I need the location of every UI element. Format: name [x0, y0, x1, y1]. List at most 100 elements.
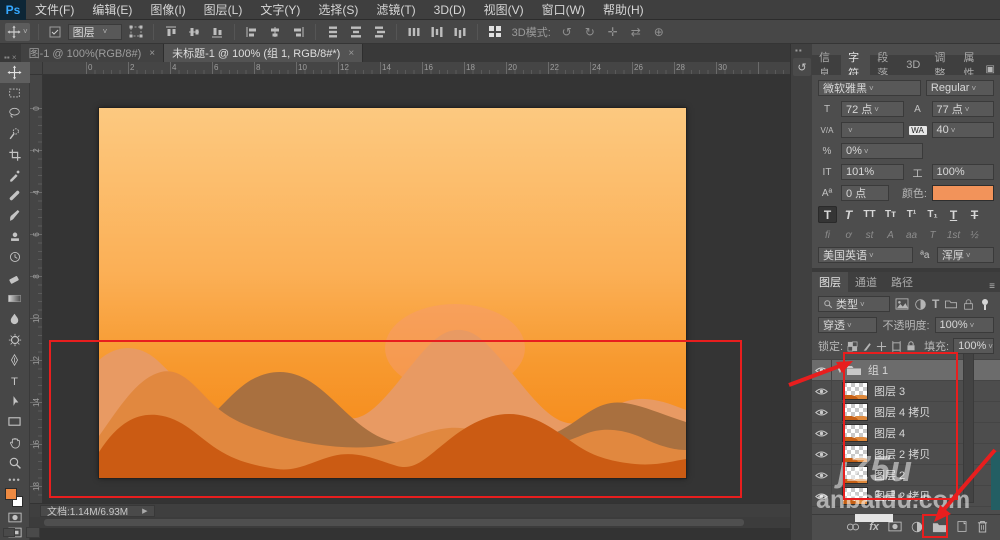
workspace-corner-icon-1[interactable] — [3, 528, 15, 537]
tracking-field[interactable]: 40 — [932, 122, 995, 138]
titling-alternates-button[interactable]: T — [923, 228, 942, 242]
ordinals-button[interactable]: 1st — [944, 228, 963, 242]
strikethrough-button[interactable]: T — [965, 206, 984, 223]
lock-all-icon[interactable] — [906, 340, 916, 352]
layers-panel-menu-icon[interactable]: ≡ — [989, 281, 995, 292]
menu-edit[interactable]: 编辑(E) — [83, 0, 141, 20]
3d-slide-icon[interactable]: ⇄ — [627, 25, 645, 39]
filter-adjustment-layers-icon[interactable] — [914, 298, 927, 311]
link-layers-icon[interactable] — [846, 522, 860, 532]
layer-thumbnail[interactable] — [842, 424, 868, 442]
3d-zoom-icon[interactable]: ⊕ — [650, 25, 668, 39]
document-size-field[interactable]: 文档:1.14M/6.93M ▶ — [40, 505, 155, 517]
proportional-spacing-field[interactable]: 0% — [841, 143, 923, 159]
menu-select[interactable]: 选择(S) — [309, 0, 367, 20]
subscript-button[interactable]: T₁ — [923, 206, 942, 223]
panel-group-menu-icon[interactable]: ▣ — [986, 64, 995, 75]
color-swatches[interactable] — [0, 486, 30, 510]
horizontal-scale-field[interactable]: 100% — [932, 164, 995, 180]
status-expand-icon[interactable]: ▶ — [142, 507, 147, 515]
menu-window[interactable]: 窗口(W) — [533, 0, 594, 20]
auto-select-checkbox[interactable] — [47, 23, 63, 41]
brush-tool[interactable] — [0, 206, 30, 227]
ligatures-button[interactable]: fi — [818, 228, 837, 242]
layer-style-icon[interactable]: fx — [869, 521, 879, 533]
clone-stamp-tool[interactable] — [0, 227, 30, 248]
visibility-toggle[interactable] — [812, 402, 832, 423]
layer-name[interactable]: 组 1 — [868, 362, 888, 378]
hand-tool[interactable] — [0, 432, 30, 453]
distribute-left-edges-icon[interactable] — [405, 23, 423, 41]
layers-scrollbar[interactable] — [963, 353, 974, 503]
path-selection-tool[interactable] — [0, 391, 30, 412]
align-top-edges-icon[interactable] — [162, 23, 180, 41]
tab-paths[interactable]: 路径 — [884, 272, 920, 292]
swash-button[interactable]: A — [881, 228, 900, 242]
gradient-tool[interactable] — [0, 288, 30, 309]
layer-thumbnail[interactable] — [842, 487, 868, 505]
auto-select-target-dropdown[interactable]: 图层 — [68, 24, 122, 40]
filter-smart-objects-icon[interactable] — [963, 298, 974, 311]
ruler-origin-corner[interactable] — [30, 62, 43, 75]
delete-layer-button[interactable] — [977, 520, 988, 533]
kerning-field[interactable] — [841, 122, 904, 138]
lock-artboard-icon[interactable] — [891, 341, 902, 352]
visibility-toggle[interactable] — [812, 465, 832, 486]
eyedropper-tool[interactable] — [0, 165, 30, 186]
document-tab-1[interactable]: 图-1 @ 100%(RGB/8#) × — [21, 44, 165, 62]
document-tab-2-close-icon[interactable]: × — [348, 48, 354, 59]
layer-thumbnail[interactable] — [842, 382, 868, 400]
shape-tool[interactable] — [0, 412, 30, 433]
faux-italic-button[interactable]: T — [839, 206, 858, 223]
layer-name[interactable]: 图层 2 拷贝 — [874, 446, 930, 462]
eraser-tool[interactable] — [0, 268, 30, 289]
align-bottom-edges-icon[interactable] — [208, 23, 226, 41]
layer-thumbnail[interactable] — [842, 403, 868, 421]
distribute-vertical-centers-icon[interactable] — [347, 23, 365, 41]
align-vertical-centers-icon[interactable] — [185, 23, 203, 41]
3d-roll-icon[interactable]: ↻ — [581, 25, 599, 39]
horizontal-scrollbar[interactable] — [30, 517, 790, 528]
new-layer-button[interactable] — [956, 520, 968, 533]
zoom-tool[interactable] — [0, 453, 30, 474]
language-select[interactable]: 美国英语 — [818, 247, 913, 263]
lock-position-icon[interactable] — [876, 341, 887, 352]
move-tool[interactable] — [0, 62, 30, 83]
filter-toggle-icon[interactable] — [981, 298, 989, 310]
filter-shape-layers-icon[interactable] — [944, 298, 958, 310]
menu-view[interactable]: 视图(V) — [475, 0, 533, 20]
vertical-scale-field[interactable]: 101% — [841, 164, 904, 180]
layer-thumbnail[interactable] — [842, 445, 868, 463]
layer-name[interactable]: 图层 4 — [874, 425, 905, 441]
baseline-shift-field[interactable]: 0 点 — [841, 185, 889, 201]
marquee-tool[interactable] — [0, 83, 30, 104]
type-tool[interactable]: T — [0, 370, 30, 391]
opacity-field[interactable]: 100% — [935, 317, 994, 333]
distribute-horizontal-centers-icon[interactable] — [428, 23, 446, 41]
3d-orbit-icon[interactable]: ↺ — [558, 25, 576, 39]
menu-3d[interactable]: 3D(D) — [425, 0, 475, 20]
auto-align-layers-icon[interactable] — [486, 23, 505, 41]
font-size-field[interactable]: 72 点 — [841, 101, 904, 117]
visibility-toggle[interactable] — [812, 381, 832, 402]
underline-button[interactable]: T — [944, 206, 963, 223]
group-expand-icon[interactable]: ▼ — [836, 366, 844, 375]
align-horizontal-centers-icon[interactable] — [266, 23, 284, 41]
tab-info[interactable]: 信息 — [812, 55, 841, 75]
quick-mask-icon[interactable] — [0, 510, 30, 526]
menu-file[interactable]: 文件(F) — [26, 0, 83, 20]
menu-filter[interactable]: 滤镜(T) — [367, 0, 424, 20]
visibility-toggle[interactable] — [812, 486, 832, 507]
tab-layers[interactable]: 图层 — [812, 272, 848, 292]
dock-collapse-icon[interactable]: ▪▪ × — [0, 53, 21, 62]
small-caps-button[interactable]: Tᴛ — [881, 206, 900, 223]
workspace-corner-icon-2[interactable] — [26, 527, 40, 538]
filter-type-layers-icon[interactable]: T — [932, 297, 939, 311]
menu-help[interactable]: 帮助(H) — [594, 0, 653, 20]
layer-name[interactable]: 图层 2 — [874, 467, 905, 483]
font-style-select[interactable]: Regular — [926, 80, 994, 96]
text-color-swatch[interactable] — [932, 185, 994, 201]
menu-layer[interactable]: 图层(L) — [195, 0, 252, 20]
history-panel-icon[interactable]: ↺ — [793, 58, 811, 76]
lock-transparent-icon[interactable] — [847, 341, 858, 352]
